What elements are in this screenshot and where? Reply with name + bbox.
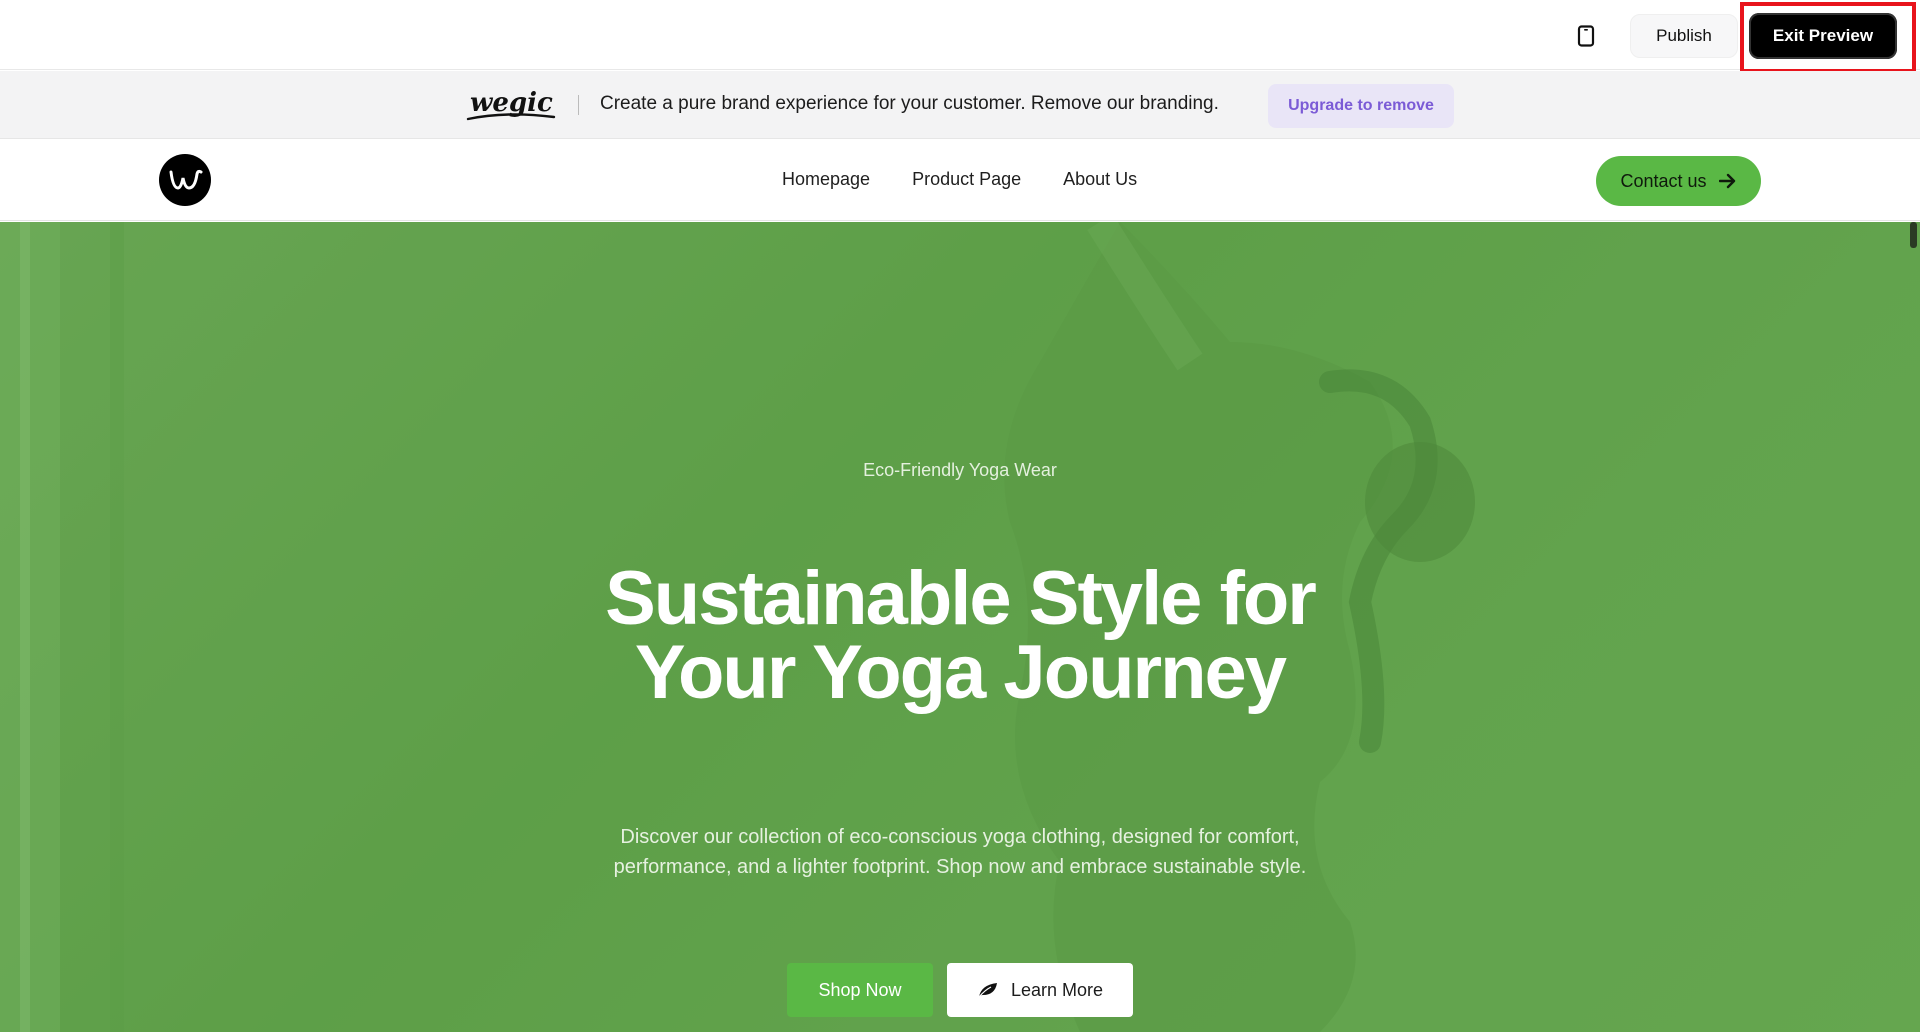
learn-more-label: Learn More <box>1010 979 1104 1000</box>
editor-top-bar: Publish Exit Preview <box>0 0 1920 73</box>
publish-button[interactable]: Publish <box>1630 14 1738 58</box>
nav-link-homepage[interactable]: Homepage <box>782 169 870 190</box>
hero-subtext: Discover our collection of eco-conscious… <box>613 826 1307 878</box>
leaf-icon <box>978 983 997 998</box>
learn-more-button[interactable]: Learn More <box>947 963 1133 1017</box>
hero-eyebrow: Eco-Friendly Yoga Wear <box>863 460 1057 480</box>
upgrade-to-remove-button[interactable]: Upgrade to remove <box>1268 84 1454 128</box>
shop-now-button[interactable]: Shop Now <box>787 963 933 1017</box>
nav-links: Homepage Product Page About Us <box>782 169 1137 190</box>
scrollbar-thumb[interactable] <box>1910 222 1917 248</box>
wegic-w-logo-icon <box>169 169 203 190</box>
mobile-device-icon <box>1577 25 1595 47</box>
site-navbar: Homepage Product Page About Us Contact u… <box>0 140 1920 221</box>
nav-link-about-us[interactable]: About Us <box>1063 169 1137 190</box>
contact-us-label: Contact us <box>1620 170 1707 191</box>
hero-section: Eco-Friendly Yoga Wear Sustainable Style… <box>0 222 1920 1032</box>
hero-headline: Sustainable Style for Your Yoga Journey <box>605 556 1317 715</box>
exit-preview-button[interactable]: Exit Preview <box>1749 13 1897 59</box>
branding-message: Create a pure brand experience for your … <box>600 93 1219 114</box>
banner-divider <box>578 95 579 115</box>
arrow-right-icon <box>1718 173 1735 189</box>
site-logo[interactable] <box>159 154 211 206</box>
contact-us-button[interactable]: Contact us <box>1596 156 1761 206</box>
mobile-preview-button[interactable] <box>1572 22 1600 50</box>
nav-link-product-page[interactable]: Product Page <box>912 169 1021 190</box>
branding-banner: wegic Create a pure brand experience for… <box>0 71 1920 139</box>
wegic-logo: wegic <box>466 88 556 121</box>
